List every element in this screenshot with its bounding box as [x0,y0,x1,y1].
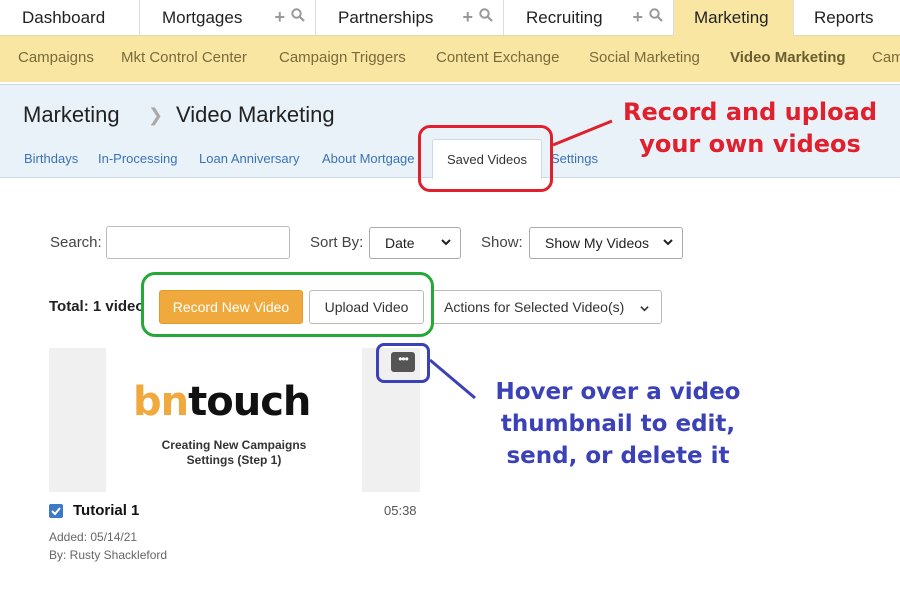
show-select-value: Show My Videos [545,235,650,251]
checkmark-icon [51,507,61,516]
search-icon[interactable] [291,8,305,22]
search-input[interactable] [106,226,290,259]
tab-settings[interactable]: Settings [551,151,598,166]
search-icon[interactable] [479,8,493,22]
sub-nav: Campaigns Mkt Control Center Campaign Tr… [0,36,900,82]
nav-tab-label: Mortgages [162,8,243,27]
plus-icon[interactable]: + [274,8,285,26]
subnav-content-exchange[interactable]: Content Exchange [436,49,559,66]
nav-tab-marketing[interactable]: Marketing [674,0,794,36]
nav-tab-reports[interactable]: Reports [794,0,900,36]
nav-tab-label: Reports [814,8,874,27]
search-icon[interactable] [649,8,663,22]
annotation-box-red [418,125,553,192]
sort-label: Sort By: [310,234,364,251]
tab-in-processing[interactable]: In-Processing [98,151,177,166]
nav-tab-label: Dashboard [22,8,106,27]
subnav-mkt-control-center[interactable]: Mkt Control Center [121,49,247,66]
nav-tab-label: Recruiting [526,8,603,27]
subnav-social-marketing[interactable]: Social Marketing [589,49,700,66]
video-duration: 05:38 [384,503,417,518]
chevron-down-icon [441,239,451,246]
nav-tab-dashboard[interactable]: Dashboard [0,0,140,36]
annotation-box-green [141,272,434,337]
show-select[interactable]: Show My Videos [529,227,683,259]
nav-tab-recruiting[interactable]: Recruiting + [504,0,674,36]
video-total-count: Total: 1 video [49,298,145,315]
bntouch-logo: bntouch [133,379,311,425]
nav-tab-mortgages[interactable]: Mortgages + [140,0,316,36]
video-title[interactable]: Tutorial 1 [73,502,139,519]
sort-select[interactable]: Date [369,227,461,259]
thumbnail-caption: Creating New Campaigns Settings (Step 1) [161,438,307,467]
nav-tab-label: Marketing [694,8,769,27]
tab-birthdays[interactable]: Birthdays [24,151,78,166]
top-nav: Dashboard Mortgages + Partnerships + Rec… [0,0,900,36]
plus-icon[interactable]: + [462,8,473,26]
chevron-down-icon [640,306,649,312]
video-select-checkbox[interactable] [49,504,63,518]
subnav-campaigns[interactable]: Campaigns [18,49,94,66]
actions-dropdown-label: Actions for Selected Video(s) [444,299,625,315]
actions-selected-videos-dropdown[interactable]: Actions for Selected Video(s) [431,290,662,324]
show-label: Show: [481,234,523,251]
sort-select-value: Date [385,235,415,251]
nav-tab-label: Partnerships [338,8,434,27]
page-title: Video Marketing [176,102,335,127]
chevron-down-icon [663,239,673,246]
annotation-text-blue: Hover over a video thumbnail to edit, se… [495,379,741,469]
breadcrumb-root[interactable]: Marketing [23,102,120,128]
nav-tab-partnerships[interactable]: Partnerships + [316,0,504,36]
annotation-text-red: Record and upload your own videos [622,98,877,158]
plus-icon[interactable]: + [632,8,643,26]
video-thumbnail-image: bntouch Creating New Campaigns Settings … [106,348,362,492]
tab-loan-anniversary[interactable]: Loan Anniversary [199,151,299,166]
annotation-box-blue [376,343,430,383]
annotation-line-blue [429,358,476,400]
video-author: By: Rusty Shackleford [49,548,168,562]
video-thumbnail[interactable]: bntouch Creating New Campaigns Settings … [49,348,420,492]
subnav-campaigns-overflow[interactable]: Cam [872,49,900,66]
tab-about-mortgage[interactable]: About Mortgage [322,151,415,166]
subnav-video-marketing[interactable]: Video Marketing [730,49,846,66]
video-added-date: Added: 05/14/21 [49,530,138,544]
subnav-campaign-triggers[interactable]: Campaign Triggers [279,49,406,66]
search-label: Search: [50,234,102,251]
chevron-right-icon: ❯ [148,105,164,125]
